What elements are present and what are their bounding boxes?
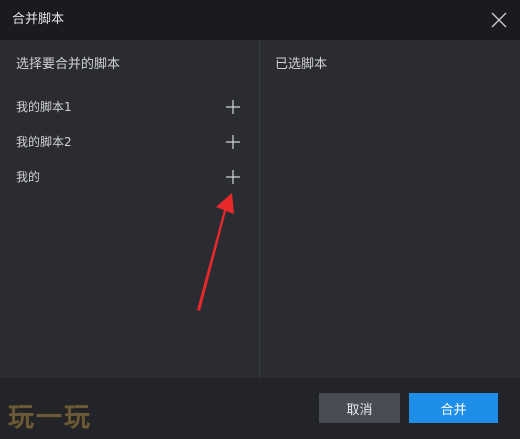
merge-button[interactable]: 合并: [409, 393, 498, 423]
dialog-titlebar: 合并脚本: [0, 0, 520, 40]
cancel-button[interactable]: 取消: [319, 393, 400, 423]
script-item: 我的脚本1: [0, 90, 259, 125]
script-name: 我的脚本1: [16, 100, 72, 114]
script-item: 我的脚本2: [0, 125, 259, 160]
script-item: 我的: [0, 160, 259, 195]
add-script-button[interactable]: [224, 98, 242, 116]
dialog-title: 合并脚本: [12, 12, 65, 27]
script-name: 我的脚本2: [16, 135, 72, 149]
script-name: 我的: [16, 170, 41, 184]
add-script-button[interactable]: [224, 168, 242, 186]
selected-scripts-panel: 已选脚本: [260, 40, 520, 378]
plus-icon: [226, 170, 240, 184]
plus-icon: [226, 135, 240, 149]
close-button[interactable]: [488, 9, 510, 31]
available-scripts-heading: 选择要合并的脚本: [16, 57, 121, 72]
close-icon: [491, 12, 507, 28]
selected-scripts-heading: 已选脚本: [275, 57, 328, 72]
watermark-logo: 玩一玩: [8, 403, 93, 433]
plus-icon: [226, 100, 240, 114]
available-scripts-list: 我的脚本1 我的脚本2 我的: [0, 90, 259, 195]
available-scripts-panel: 选择要合并的脚本 我的脚本1 我的脚本2 我的: [0, 40, 259, 378]
add-script-button[interactable]: [224, 133, 242, 151]
dialog-body: 选择要合并的脚本 我的脚本1 我的脚本2 我的 已选脚本: [0, 40, 520, 378]
merge-scripts-dialog: 合并脚本 选择要合并的脚本 我的脚本1 我的脚本2 我的 已选脚本 取消 合并 …: [0, 0, 520, 439]
